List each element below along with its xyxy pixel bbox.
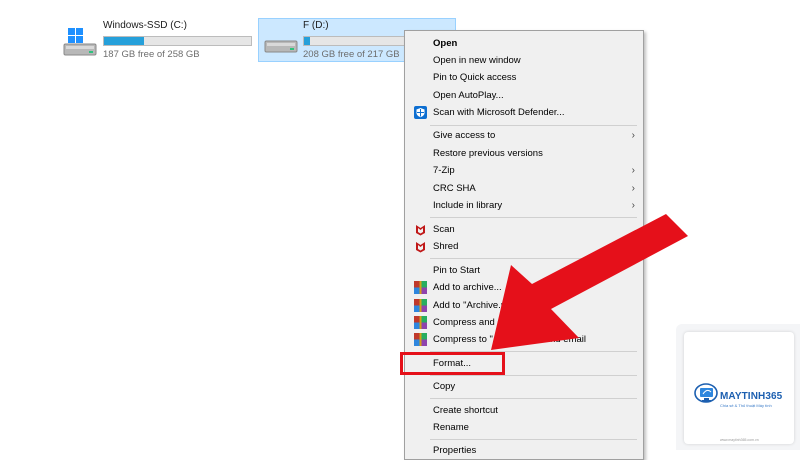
menu-item-label: Add to "Archive.rar" — [433, 300, 516, 311]
menu-item-label: Pin to Start — [433, 265, 480, 276]
menu-item-label: Compress to "Archive.rar" and email — [433, 334, 586, 345]
menu-item-restore-versions[interactable]: Restore previous versions — [407, 145, 641, 162]
drive-icon — [264, 40, 298, 53]
drive-usage-fill — [304, 37, 310, 45]
menu-item-label: Shred — [433, 241, 459, 252]
menu-item-label: Pin to Quick access — [433, 72, 517, 83]
menu-item-label: Compress and email... — [433, 317, 529, 328]
menu-item-7zip[interactable]: 7-Zip › — [407, 162, 641, 179]
menu-separator — [430, 217, 637, 218]
menu-item-include-library[interactable]: Include in library › — [407, 197, 641, 214]
menu-item-pin-start[interactable]: Pin to Start — [407, 262, 641, 279]
chevron-right-icon: › — [631, 130, 635, 141]
menu-item-label: Open AutoPlay... — [433, 90, 504, 101]
menu-item-label: Include in library — [433, 200, 503, 211]
drive-name: Windows-SSD (C:) — [103, 20, 187, 31]
drive-free-space: 208 GB free of 217 GB — [303, 49, 400, 60]
menu-item-label: Open — [433, 38, 458, 49]
menu-item-label: Scan with Microsoft Defender... — [433, 107, 565, 118]
drive-free-space: 187 GB free of 258 GB — [103, 49, 200, 60]
menu-item-create-shortcut[interactable]: Create shortcut — [407, 402, 641, 419]
drive-tile-c[interactable]: Windows-SSD (C:) 187 GB free of 258 GB — [56, 18, 256, 62]
menu-separator — [430, 439, 637, 440]
menu-separator — [430, 375, 637, 376]
menu-item-compress-rar-email[interactable]: Compress to "Archive.rar" and email — [407, 331, 641, 348]
windows-drive-icon — [63, 28, 97, 56]
menu-item-label: Open in new window — [433, 55, 521, 66]
drive-usage-bar — [103, 36, 252, 46]
menu-separator — [430, 125, 637, 126]
drive-name: F (D:) — [303, 20, 329, 31]
drive-usage-fill — [104, 37, 145, 45]
watermark-card: MAYTINH365 Chia sẻ & Thủ thuật Máy tính … — [676, 324, 800, 450]
winrar-icon — [414, 333, 427, 346]
menu-item-give-access[interactable]: Give access to › — [407, 127, 641, 144]
menu-item-mcafee-scan[interactable]: Scan — [407, 221, 641, 238]
monitor-logo-icon — [694, 383, 718, 403]
menu-item-crc-sha[interactable]: CRC SHA › — [407, 180, 641, 197]
chevron-right-icon: › — [631, 183, 635, 194]
menu-separator — [430, 258, 637, 259]
menu-item-open-autoplay[interactable]: Open AutoPlay... — [407, 87, 641, 104]
menu-item-label: Rename — [433, 422, 469, 433]
menu-item-open[interactable]: Open — [407, 35, 641, 52]
menu-item-label: Add to archive... — [433, 282, 502, 293]
menu-item-label: Restore previous versions — [433, 148, 543, 159]
menu-item-mcafee-shred[interactable]: Shred — [407, 238, 641, 255]
defender-shield-icon — [414, 106, 427, 119]
menu-item-label: Scan — [433, 224, 455, 235]
winrar-icon — [414, 299, 427, 312]
menu-item-label: Properties — [433, 445, 477, 456]
brand-name: MAYTINH365 — [720, 391, 783, 402]
menu-item-properties[interactable]: Properties — [407, 442, 641, 459]
format-highlight-box — [400, 352, 505, 375]
menu-item-label: Give access to — [433, 130, 496, 141]
menu-item-label: CRC SHA — [433, 183, 476, 194]
menu-item-open-new-window[interactable]: Open in new window — [407, 52, 641, 69]
menu-item-rename[interactable]: Rename — [407, 419, 641, 436]
winrar-icon — [414, 316, 427, 329]
menu-item-label: 7-Zip — [433, 165, 455, 176]
menu-separator — [430, 398, 637, 399]
winrar-icon — [414, 281, 427, 294]
watermark-inner: MAYTINH365 Chia sẻ & Thủ thuật Máy tính … — [684, 332, 794, 444]
menu-item-copy[interactable]: Copy — [407, 378, 641, 395]
mcafee-icon — [416, 242, 425, 253]
context-menu: Open Open in new window Pin to Quick acc… — [404, 30, 644, 460]
menu-item-add-archive-rar[interactable]: Add to "Archive.rar" — [407, 297, 641, 314]
chevron-right-icon: › — [631, 165, 635, 176]
menu-item-scan-defender[interactable]: Scan with Microsoft Defender... — [407, 104, 641, 121]
brand-tagline: Chia sẻ & Thủ thuật Máy tính — [720, 403, 772, 408]
mcafee-icon — [416, 225, 425, 236]
brand-url: www.maytinh365.com.vn — [720, 438, 759, 442]
menu-item-pin-quick-access[interactable]: Pin to Quick access — [407, 69, 641, 86]
chevron-right-icon: › — [631, 200, 635, 211]
menu-item-label: Copy — [433, 381, 456, 392]
menu-item-label: Create shortcut — [433, 405, 498, 416]
menu-item-compress-email[interactable]: Compress and email... — [407, 314, 641, 331]
menu-item-add-archive[interactable]: Add to archive... — [407, 279, 641, 296]
